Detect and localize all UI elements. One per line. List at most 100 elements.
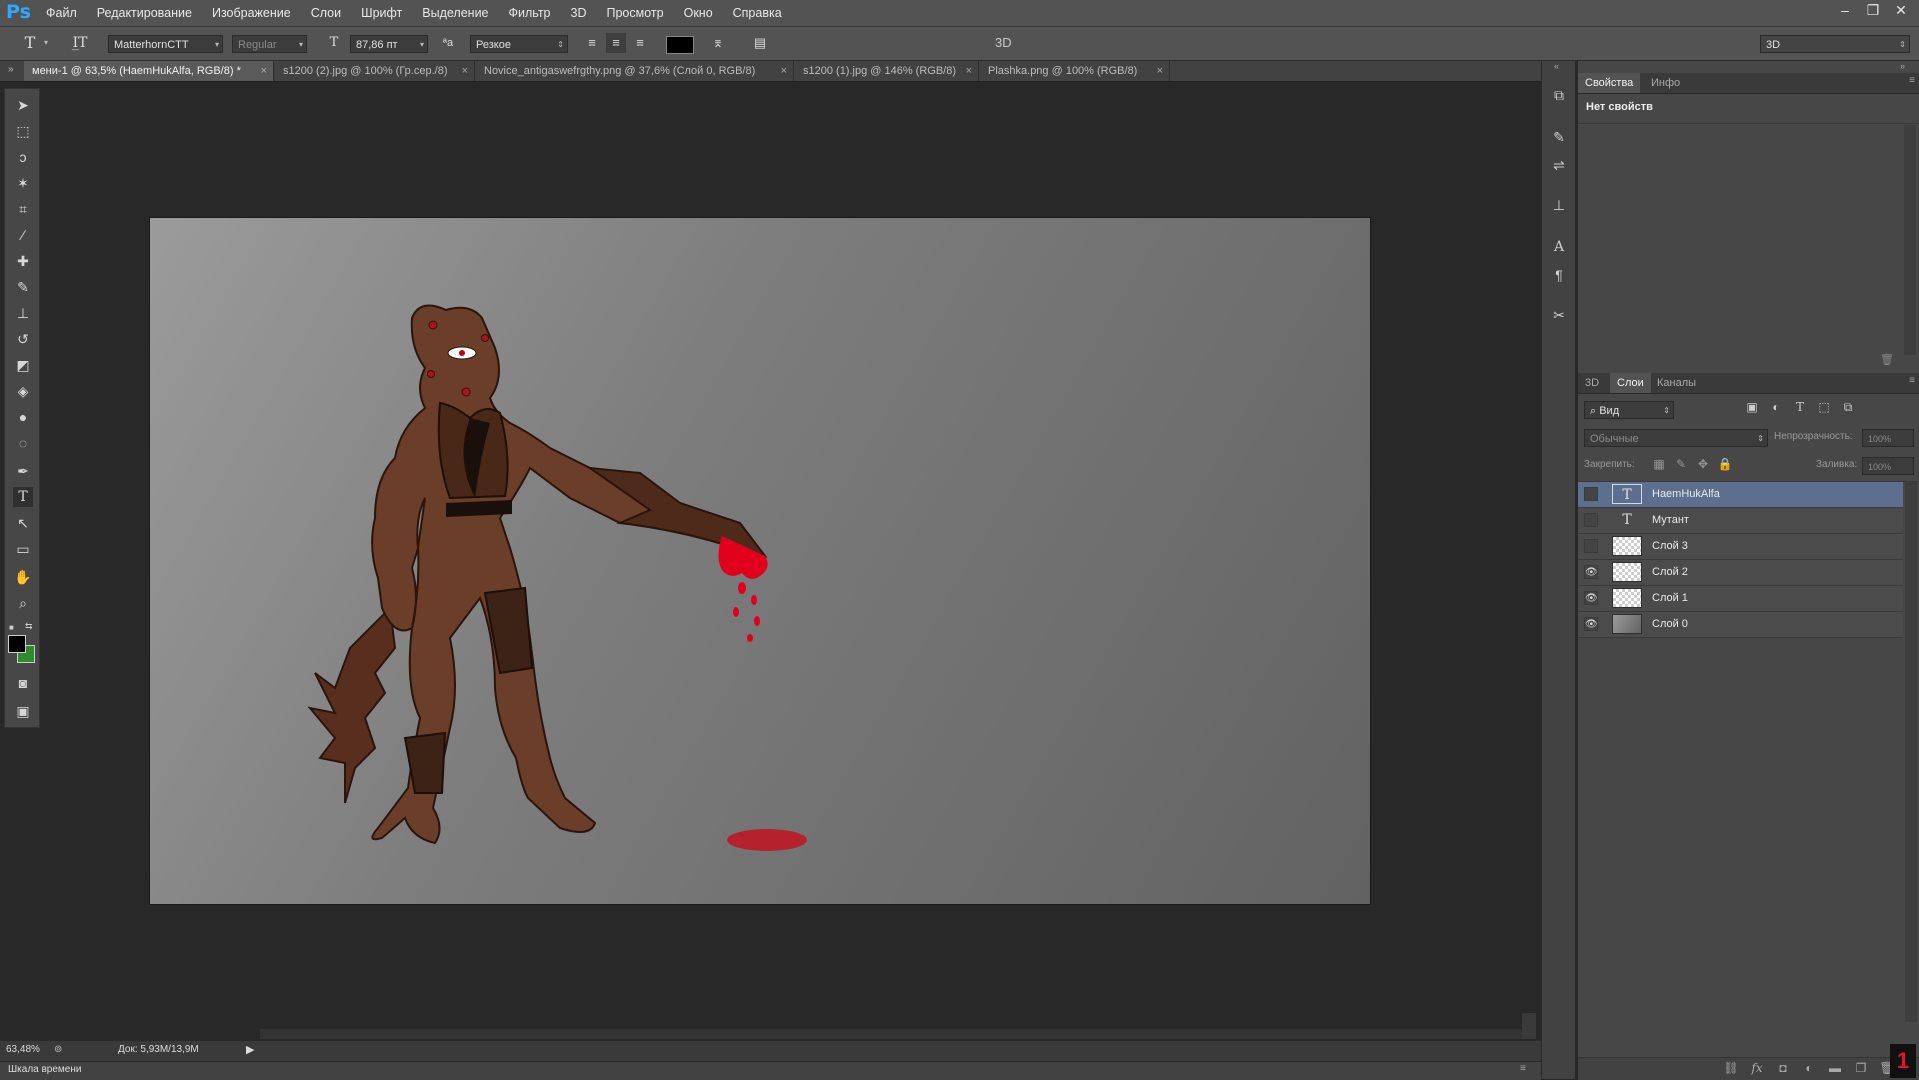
menu-layers[interactable]: Слои <box>311 6 341 20</box>
clone-source-panel-icon[interactable]: ⊥ <box>1549 195 1569 215</box>
filter-pixel-icon[interactable]: ▣ <box>1740 400 1764 415</box>
brush-panel-icon[interactable]: ✎ <box>1549 127 1569 147</box>
tab-document-4[interactable]: s1200 (1).jpg @ 146% (RGB/8) × <box>795 61 979 81</box>
font-style-select[interactable]: Regular ▾ <box>232 35 307 53</box>
minimize-button[interactable]: – <box>1831 2 1859 19</box>
lock-position-icon[interactable]: ✥ <box>1692 457 1714 471</box>
blend-mode-select[interactable]: Обычные ⇕ <box>1584 429 1768 447</box>
layer-row[interactable]: T Мутант <box>1578 508 1903 534</box>
close-icon[interactable]: × <box>1157 61 1163 81</box>
document-canvas[interactable] <box>150 218 1370 904</box>
history-panel-icon[interactable]: ⧉ <box>1549 85 1569 105</box>
add-mask-icon[interactable]: ◘ <box>1770 1061 1796 1075</box>
visibility-toggle[interactable] <box>1584 513 1598 527</box>
history-brush-icon[interactable]: ↺ <box>13 329 33 349</box>
antialias-select[interactable]: Резкое ⇕ <box>470 35 568 53</box>
crop-icon[interactable]: ⌗ <box>13 199 33 219</box>
workspace-select[interactable]: 3D ⇕ <box>1760 35 1910 53</box>
close-icon[interactable]: × <box>462 61 468 81</box>
filter-shape-icon[interactable]: ⬚ <box>1812 400 1836 415</box>
blur-icon[interactable]: ● <box>13 407 33 427</box>
swap-colors-icon[interactable]: ⇆ <box>25 621 33 632</box>
layer-row[interactable]: Слой 3 <box>1578 534 1903 560</box>
align-center-icon[interactable]: ≡ <box>606 33 626 53</box>
hand-icon[interactable]: ✋ <box>13 567 33 587</box>
visibility-toggle[interactable] <box>1584 487 1598 501</box>
quick-mask-icon[interactable]: ◙ <box>13 673 33 693</box>
tab-document-2[interactable]: s1200 (2).jpg @ 100% (Гр.сер./8) × <box>275 61 475 81</box>
zoom-level[interactable]: 63,48% <box>6 1044 40 1055</box>
collapse-panels-icon[interactable]: » <box>1900 61 1905 71</box>
adjustment-layer-icon[interactable]: ◐ <box>1796 1061 1822 1075</box>
align-left-icon[interactable]: ≡ <box>582 33 602 53</box>
adjustments-panel-icon[interactable]: ⇌ <box>1549 155 1569 175</box>
marquee-icon[interactable]: ⬚ <box>13 121 33 141</box>
font-family-select[interactable]: MatterhornCTT ▾ <box>108 35 223 53</box>
eye-icon[interactable]: 👁 <box>1584 565 1598 579</box>
tab-layers[interactable]: Слои <box>1610 373 1651 393</box>
layer-row[interactable]: 👁 Слой 1 <box>1578 586 1903 612</box>
menu-help[interactable]: Справка <box>733 6 782 20</box>
filter-type-icon[interactable]: T <box>1788 400 1812 415</box>
tool-presets-panel-icon[interactable]: ✂ <box>1549 305 1569 325</box>
menu-type[interactable]: Шрифт <box>361 6 402 20</box>
3d-mode-label[interactable]: 3D <box>995 35 1012 50</box>
export-status-icon[interactable]: ⊚ <box>54 1044 62 1055</box>
text-color-swatch[interactable] <box>666 36 694 54</box>
eye-icon[interactable]: 👁 <box>1584 617 1598 631</box>
path-select-icon[interactable]: ↖ <box>13 513 33 533</box>
panel-menu-icon[interactable]: ≡ <box>1520 1063 1526 1074</box>
vertical-scrollbar[interactable] <box>1522 1013 1536 1039</box>
menu-filter[interactable]: Фильтр <box>509 6 551 20</box>
character-panel-icon[interactable]: ▤ <box>750 33 770 53</box>
menu-select[interactable]: Выделение <box>422 6 488 20</box>
layer-filter-select[interactable]: ⌕ Вид ⇕ <box>1584 401 1674 419</box>
type-tool-preset-icon[interactable]: T <box>20 33 40 53</box>
link-layers-icon[interactable]: ⛓ <box>1718 1061 1744 1075</box>
layer-style-icon[interactable]: fx <box>1744 1061 1770 1075</box>
tab-3d[interactable]: 3D <box>1578 373 1606 393</box>
align-right-icon[interactable]: ≡ <box>630 33 650 53</box>
filter-adjustment-icon[interactable]: ◐ <box>1764 400 1788 415</box>
horizontal-scrollbar[interactable] <box>260 1029 1522 1039</box>
panel-menu-icon[interactable]: ≡ <box>1909 75 1915 86</box>
visibility-toggle[interactable] <box>1584 539 1598 553</box>
font-size-input[interactable]: 87,86 пт ▾ <box>350 35 428 53</box>
type-icon[interactable]: T <box>13 487 33 507</box>
layer-row[interactable]: 👁 Слой 0 <box>1578 612 1903 638</box>
menu-3d[interactable]: 3D <box>571 6 587 20</box>
character-panel-icon[interactable]: A <box>1549 237 1569 257</box>
close-icon[interactable]: × <box>781 61 787 81</box>
tab-channels[interactable]: Каналы <box>1650 373 1703 393</box>
lock-pixels-icon[interactable]: ✎ <box>1670 457 1692 471</box>
tab-info[interactable]: Инфо <box>1644 73 1687 93</box>
status-menu-icon[interactable]: ▶ <box>246 1043 254 1056</box>
lock-all-icon[interactable]: 🔒 <box>1714 457 1736 471</box>
pen-icon[interactable]: ✒ <box>13 461 33 481</box>
magic-wand-icon[interactable]: ✶ <box>13 173 33 193</box>
zoom-icon[interactable]: ⌕ <box>13 593 33 613</box>
lasso-icon[interactable]: ↄ <box>13 147 33 167</box>
restore-button[interactable]: ❐ <box>1859 2 1887 19</box>
eye-icon[interactable]: 👁 <box>1584 591 1598 605</box>
tab-document-5[interactable]: Plashka.png @ 100% (RGB/8) × <box>980 61 1170 81</box>
close-icon[interactable]: × <box>261 61 267 81</box>
close-icon[interactable]: × <box>966 61 972 81</box>
shape-icon[interactable]: ▭ <box>13 539 33 559</box>
collapse-panels-icon[interactable]: « <box>1554 61 1559 71</box>
healing-icon[interactable]: ✚ <box>13 251 33 271</box>
dodge-icon[interactable]: ◌ <box>13 433 33 453</box>
bucket-icon[interactable]: ◈ <box>13 381 33 401</box>
close-button[interactable]: ✕ <box>1887 2 1915 19</box>
toggle-orientation-icon[interactable]: I̲T <box>70 33 90 53</box>
tab-document-3[interactable]: Novice_antigaswefrgthy.png @ 37,6% (Слой… <box>476 61 794 81</box>
paragraph-panel-icon[interactable]: ¶ <box>1549 265 1569 285</box>
brush-icon[interactable]: ✎ <box>13 277 33 297</box>
tabs-overflow-icon[interactable]: » <box>8 64 14 75</box>
opacity-input[interactable]: 100% <box>1862 429 1914 447</box>
foreground-color-swatch[interactable] <box>8 635 26 653</box>
preset-dropdown-icon[interactable]: ▾ <box>44 38 48 47</box>
menu-window[interactable]: Окно <box>684 6 713 20</box>
eraser-icon[interactable]: ◩ <box>13 355 33 375</box>
tab-document-1[interactable]: мени-1 @ 63,5% (HaemHukAlfa, RGB/8) * × <box>24 61 274 81</box>
